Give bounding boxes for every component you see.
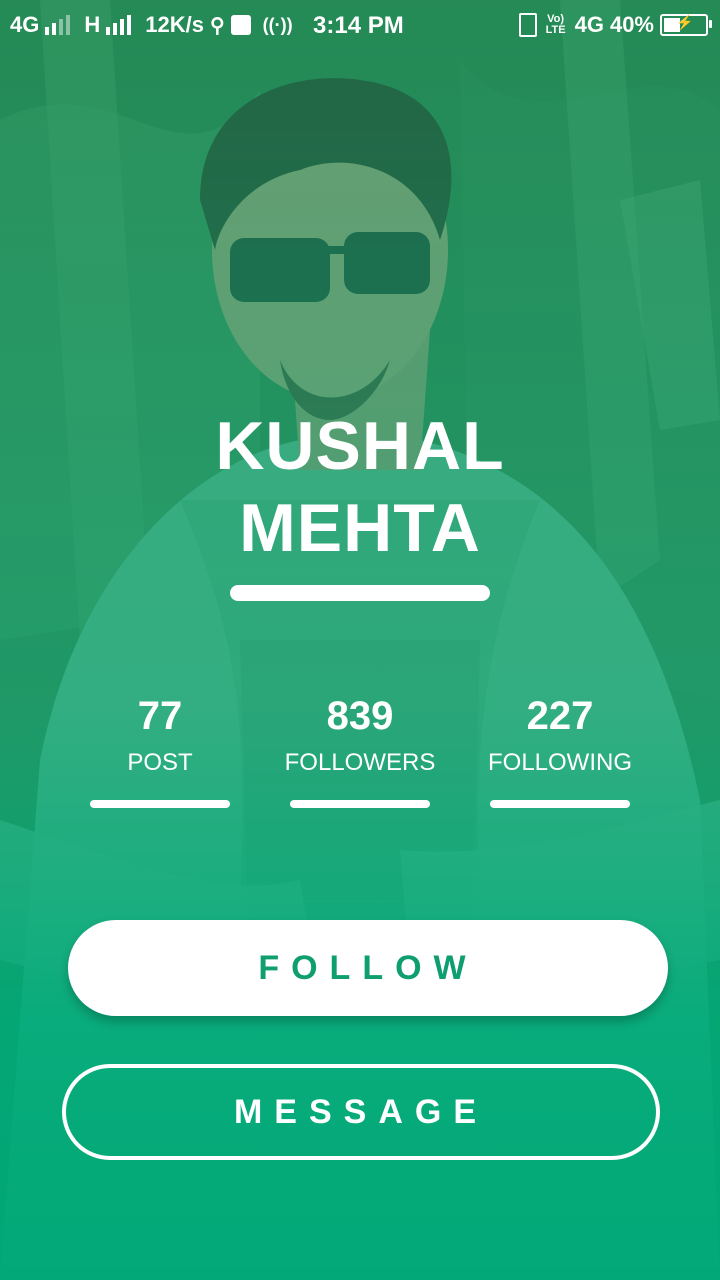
network-type-2: H: [84, 12, 101, 37]
stat-followers[interactable]: 839 FOLLOWERS: [260, 690, 460, 808]
hotspot-icon: ((·)): [262, 14, 293, 35]
stat-followers-value: 839: [326, 694, 394, 738]
profile-name-first: KUSHAL: [215, 408, 505, 484]
network-type-1: 4G: [10, 12, 40, 37]
vibrate-icon: [518, 13, 537, 37]
usb-debug-icon: [230, 15, 251, 35]
stat-post-underline: [90, 800, 230, 808]
stat-following-underline: [490, 800, 630, 808]
stat-post-value: 77: [137, 694, 183, 738]
profile-name-last: MEHTA: [239, 490, 481, 566]
battery-icon: ⚡: [660, 14, 712, 36]
volte-label: Vo) LTE: [545, 13, 566, 36]
stat-following-value: 227: [526, 694, 594, 738]
signal-icon: [45, 15, 71, 35]
stat-post[interactable]: 77 POST: [60, 690, 260, 808]
network-speed: 12K/s: [145, 12, 204, 37]
status-right: Vo) LTE 4G 40% ⚡: [518, 12, 712, 38]
battery-percent: 40%: [609, 12, 654, 37]
usb-icon: ⚲: [209, 14, 225, 37]
follow-button[interactable]: FOLLOW: [68, 920, 668, 1016]
status-left: 4G H 12K/s ⚲ ((·)): [10, 12, 293, 38]
signal-icon: [106, 15, 132, 35]
status-time: 3:14 PM: [313, 12, 404, 39]
stat-post-label: POST: [127, 749, 193, 776]
stat-followers-underline: [290, 800, 430, 808]
network-type-3: 4G: [574, 12, 604, 37]
stat-followers-label: FOLLOWERS: [284, 749, 436, 776]
stat-following-label: FOLLOWING: [487, 749, 632, 776]
name-divider: [230, 585, 490, 601]
stat-following[interactable]: 227 FOLLOWING: [460, 690, 660, 808]
message-button[interactable]: MESSAGE: [62, 1064, 660, 1160]
status-bar: 4G H 12K/s ⚲ ((·)) 3:14 PM Vo) LTE 4G 40…: [0, 0, 720, 50]
